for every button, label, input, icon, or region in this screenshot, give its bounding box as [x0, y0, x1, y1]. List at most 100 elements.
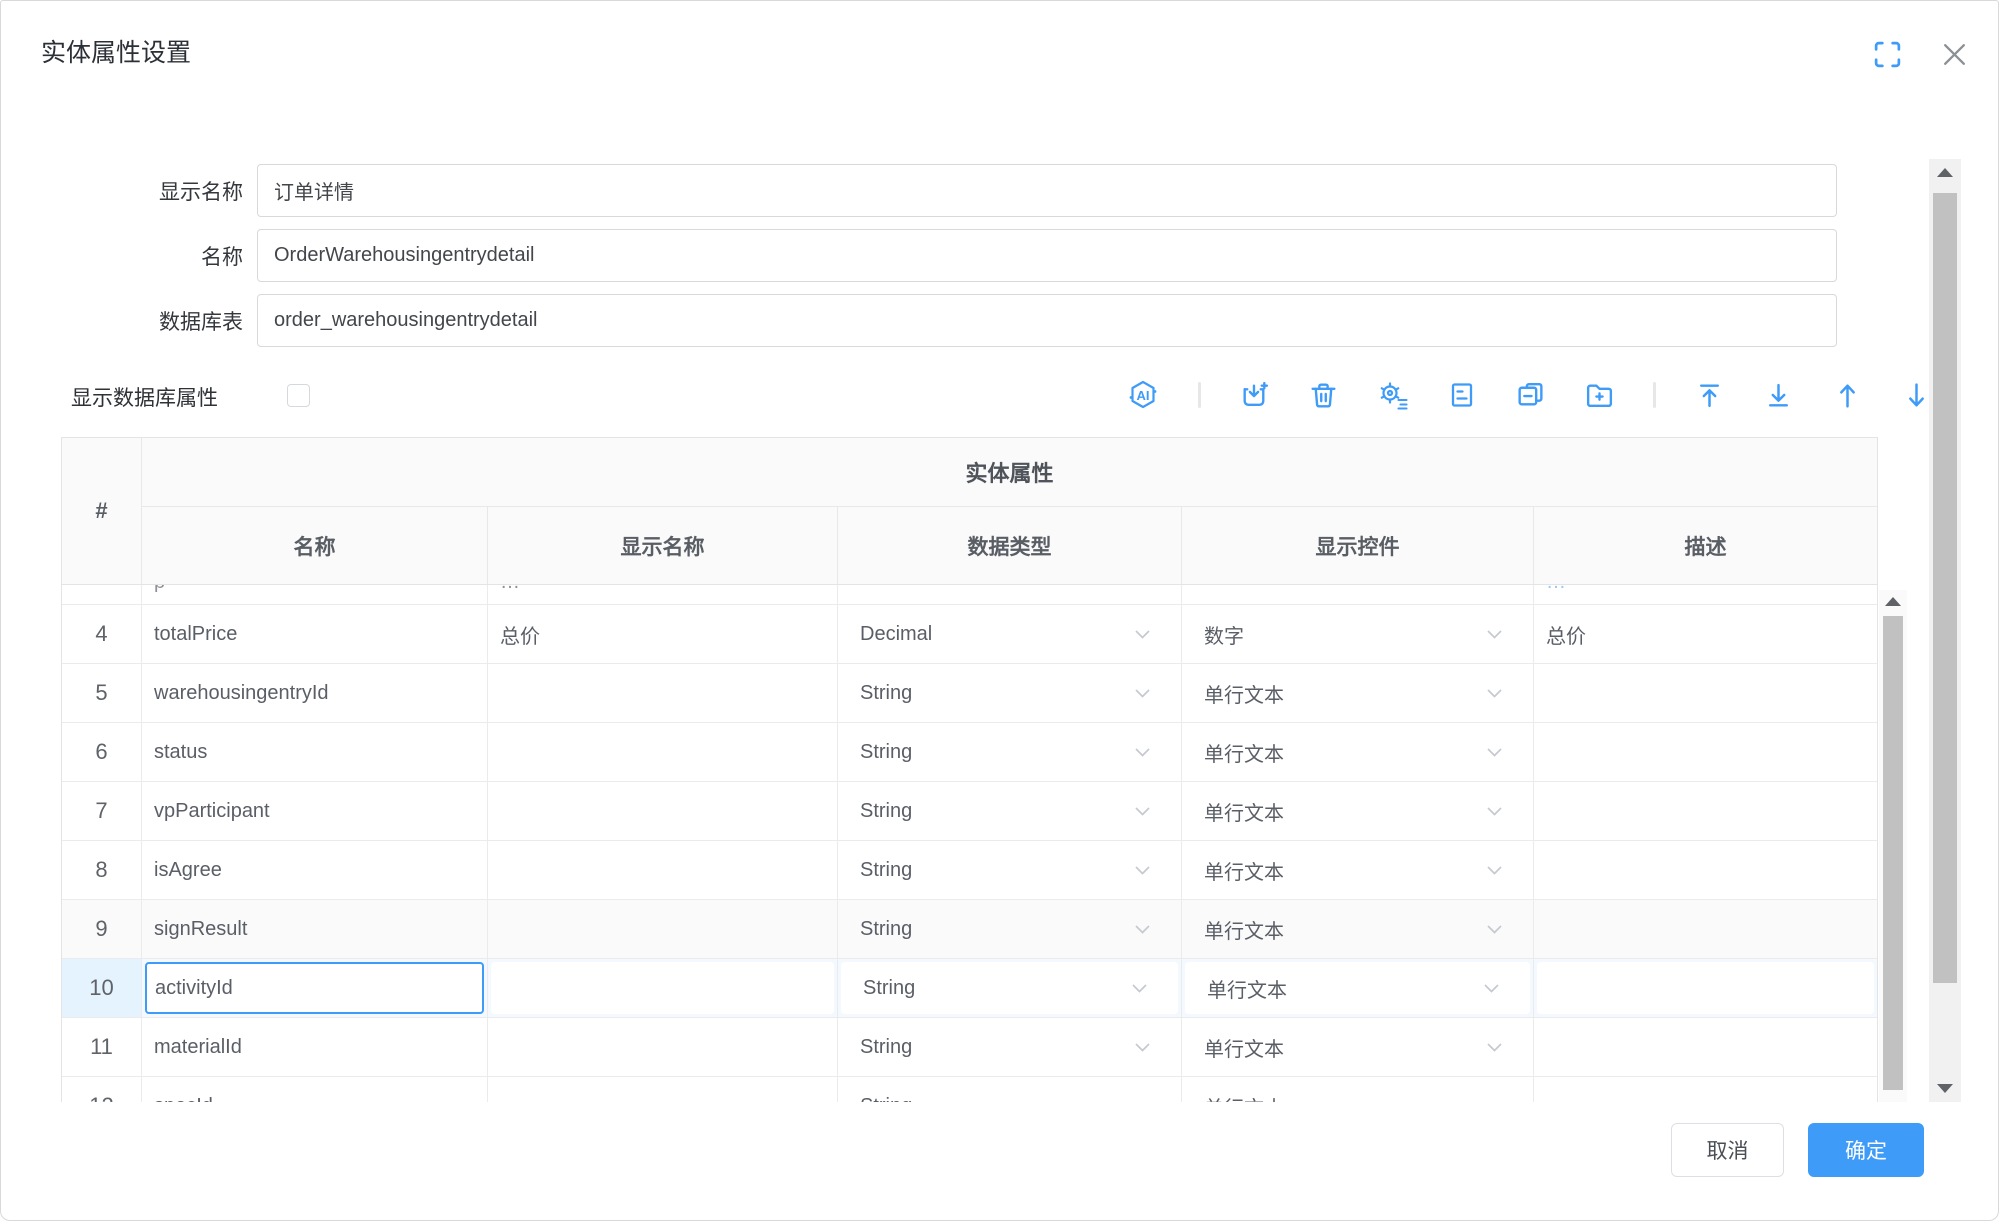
scroll-down-arrow[interactable]: [1937, 1084, 1953, 1093]
attribute-name-cell[interactable]: isAgree: [142, 841, 487, 899]
group-header: 实体属性: [142, 438, 1877, 507]
data-type-select[interactable]: String: [838, 1077, 1181, 1102]
partial-scrolled-row: p … …: [62, 585, 1877, 605]
data-type-value: String: [860, 682, 912, 705]
chevron-down-icon: [1486, 747, 1503, 758]
show-db-attrs-checkbox[interactable]: [287, 384, 310, 407]
data-type-select[interactable]: String: [838, 900, 1181, 958]
index-column-header: #: [62, 438, 142, 584]
control-select[interactable]: 单行文本: [1182, 723, 1533, 781]
control-value: 单行文本: [1204, 1092, 1284, 1103]
description-cell[interactable]: [1534, 1018, 1877, 1076]
description-cell[interactable]: [1534, 723, 1877, 781]
data-type-value: String: [860, 741, 912, 764]
cancel-button[interactable]: 取消: [1671, 1123, 1784, 1177]
dialog-scrollbar[interactable]: [1929, 159, 1961, 1102]
attribute-name-cell[interactable]: activityId: [145, 962, 484, 1014]
control-select[interactable]: 单行文本: [1182, 900, 1533, 958]
control-select[interactable]: 单行文本: [1182, 1018, 1533, 1076]
close-icon[interactable]: [1941, 41, 1968, 68]
add-folder-icon[interactable]: [1584, 380, 1615, 411]
data-type-select[interactable]: Decimal: [838, 605, 1181, 663]
control-select[interactable]: 单行文本: [1182, 664, 1533, 722]
display-name-cell[interactable]: [488, 900, 837, 958]
chevron-down-icon: [1486, 1042, 1503, 1053]
import-icon[interactable]: [1239, 380, 1270, 411]
display-name-input[interactable]: [257, 164, 1837, 217]
description-cell[interactable]: [1534, 664, 1877, 722]
control-select[interactable]: 单行文本: [1182, 1077, 1533, 1102]
move-to-top-icon[interactable]: [1694, 380, 1725, 411]
control-select[interactable]: 单行文本: [1185, 962, 1530, 1014]
dialog-scrollbar-thumb[interactable]: [1933, 193, 1957, 983]
display-name-cell[interactable]: [488, 1077, 837, 1102]
attribute-name-cell[interactable]: status: [142, 723, 487, 781]
ai-icon[interactable]: AI: [1126, 378, 1160, 412]
settings-icon[interactable]: [1377, 379, 1409, 411]
move-to-bottom-icon[interactable]: [1763, 380, 1794, 411]
description-cell[interactable]: [1534, 782, 1877, 840]
control-value: 数字: [1204, 620, 1244, 649]
name-input[interactable]: [257, 229, 1837, 282]
display-name-cell[interactable]: 总价: [488, 605, 837, 663]
ok-button[interactable]: 确定: [1808, 1123, 1924, 1177]
entity-attributes-table: # 实体属性 名称 显示名称 数据类型 显示控件 描述 p … … 4 t: [61, 437, 1878, 1102]
row-index: 4: [62, 605, 142, 663]
data-type-select[interactable]: String: [838, 782, 1181, 840]
attribute-name-cell[interactable]: totalPrice: [142, 605, 487, 663]
attribute-name-text: isAgree: [154, 859, 222, 882]
control-select[interactable]: 单行文本: [1182, 841, 1533, 899]
data-type-select[interactable]: String: [838, 664, 1181, 722]
data-type-value: String: [863, 977, 915, 1000]
attribute-name-cell[interactable]: vpParticipant: [142, 782, 487, 840]
description-cell[interactable]: [1534, 841, 1877, 899]
control-select[interactable]: 单行文本: [1182, 782, 1533, 840]
table-row: 8 isAgree String 单行文本: [62, 841, 1877, 900]
display-name-cell[interactable]: [488, 841, 837, 899]
chevron-down-icon: [1486, 806, 1503, 817]
scroll-up-arrow[interactable]: [1937, 168, 1953, 177]
display-name-cell[interactable]: [491, 962, 834, 1014]
display-name-cell[interactable]: [488, 723, 837, 781]
display-name-cell[interactable]: [488, 1018, 837, 1076]
chevron-down-icon: [1134, 1042, 1151, 1053]
row-index: 6: [62, 723, 142, 781]
row-index: 10: [62, 959, 142, 1017]
description-cell[interactable]: [1537, 962, 1874, 1014]
db-table-input[interactable]: [257, 294, 1837, 347]
delete-icon[interactable]: [1308, 380, 1339, 411]
attribute-name-cell[interactable]: materialId: [142, 1018, 487, 1076]
data-type-select[interactable]: String: [838, 723, 1181, 781]
data-type-select[interactable]: String: [841, 962, 1178, 1014]
data-type-select[interactable]: String: [838, 841, 1181, 899]
document-icon[interactable]: [1447, 380, 1477, 410]
chevron-down-icon: [1134, 806, 1151, 817]
display-name-cell[interactable]: [488, 782, 837, 840]
description-cell[interactable]: [1534, 1077, 1877, 1102]
scroll-up-arrow[interactable]: [1885, 597, 1901, 606]
fullscreen-icon[interactable]: [1872, 39, 1903, 70]
move-down-icon[interactable]: [1901, 380, 1932, 411]
data-type-select[interactable]: String: [838, 1018, 1181, 1076]
table-scrollbar-thumb[interactable]: [1883, 616, 1903, 1090]
attribute-name-cell[interactable]: specId: [142, 1077, 487, 1102]
description-cell[interactable]: [1534, 900, 1877, 958]
chevron-down-icon: [1486, 865, 1503, 876]
chevron-down-icon: [1131, 983, 1148, 994]
attribute-name-text: signResult: [154, 918, 247, 941]
description-cell[interactable]: 总价: [1534, 605, 1877, 663]
attribute-name-text: materialId: [154, 1036, 242, 1059]
move-up-icon[interactable]: [1832, 380, 1863, 411]
display-name-cell[interactable]: [488, 664, 837, 722]
copy-icon[interactable]: [1515, 380, 1546, 411]
control-select[interactable]: 数字: [1182, 605, 1533, 663]
svg-text:AI: AI: [1137, 388, 1150, 403]
attribute-name-cell[interactable]: signResult: [142, 900, 487, 958]
attribute-name-text: activityId: [155, 977, 233, 1000]
clipped-text: …: [1534, 585, 1566, 594]
column-header-display-name: 显示名称: [488, 507, 838, 584]
attribute-name-cell[interactable]: warehousingentryId: [142, 664, 487, 722]
chevron-down-icon: [1134, 629, 1151, 640]
table-scrollbar[interactable]: [1879, 590, 1907, 1102]
control-value: 单行文本: [1204, 856, 1284, 885]
